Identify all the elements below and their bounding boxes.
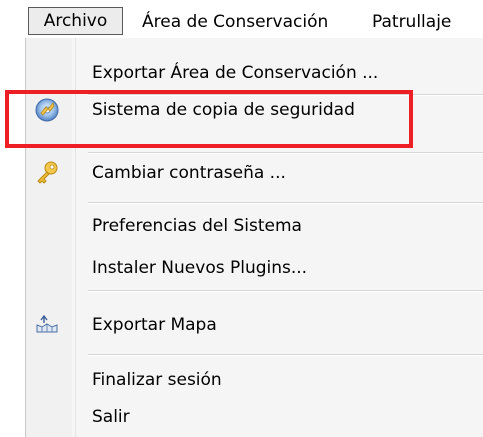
menu-separator — [88, 354, 483, 356]
menu-item-preferencias[interactable]: Preferencias del Sistema — [26, 209, 483, 243]
menu-item-label: Salir — [92, 407, 130, 427]
map-export-icon — [34, 312, 60, 338]
menu-bar: Archivo Área de Conservación Patrullaje — [0, 0, 483, 40]
menu-item-label: Preferencias del Sistema — [92, 216, 302, 236]
menu-item-finalizar-sesion[interactable]: Finalizar sesión — [26, 363, 483, 397]
menu-item-label: Exportar Área de Conservación ... — [92, 63, 379, 83]
app-window: Archivo Área de Conservación Patrullaje … — [0, 0, 483, 437]
menu-patrullaje[interactable]: Patrullaje — [372, 8, 451, 36]
menu-item-exportar-mapa[interactable]: Exportar Mapa — [26, 308, 483, 342]
menu-item-label: Instaler Nuevos Plugins... — [92, 258, 308, 278]
menu-separator — [88, 152, 483, 154]
menu-archivo[interactable]: Archivo — [28, 7, 123, 35]
menu-item-label: Exportar Mapa — [92, 315, 217, 335]
menu-item-exportar-area[interactable]: Exportar Área de Conservación ... — [26, 56, 483, 90]
key-icon — [34, 160, 60, 186]
menu-separator — [88, 290, 483, 292]
menu-item-instaler-plugins[interactable]: Instaler Nuevos Plugins... — [26, 251, 483, 285]
menu-item-cambiar-contrasena[interactable]: Cambiar contraseña ... — [26, 156, 483, 190]
highlight-frame — [5, 90, 413, 148]
menu-item-label: Cambiar contraseña ... — [92, 163, 286, 183]
menu-item-salir[interactable]: Salir — [26, 400, 483, 434]
menu-separator — [88, 202, 483, 204]
menu-item-label: Finalizar sesión — [92, 370, 222, 390]
menu-area-conservacion[interactable]: Área de Conservación — [142, 8, 328, 36]
